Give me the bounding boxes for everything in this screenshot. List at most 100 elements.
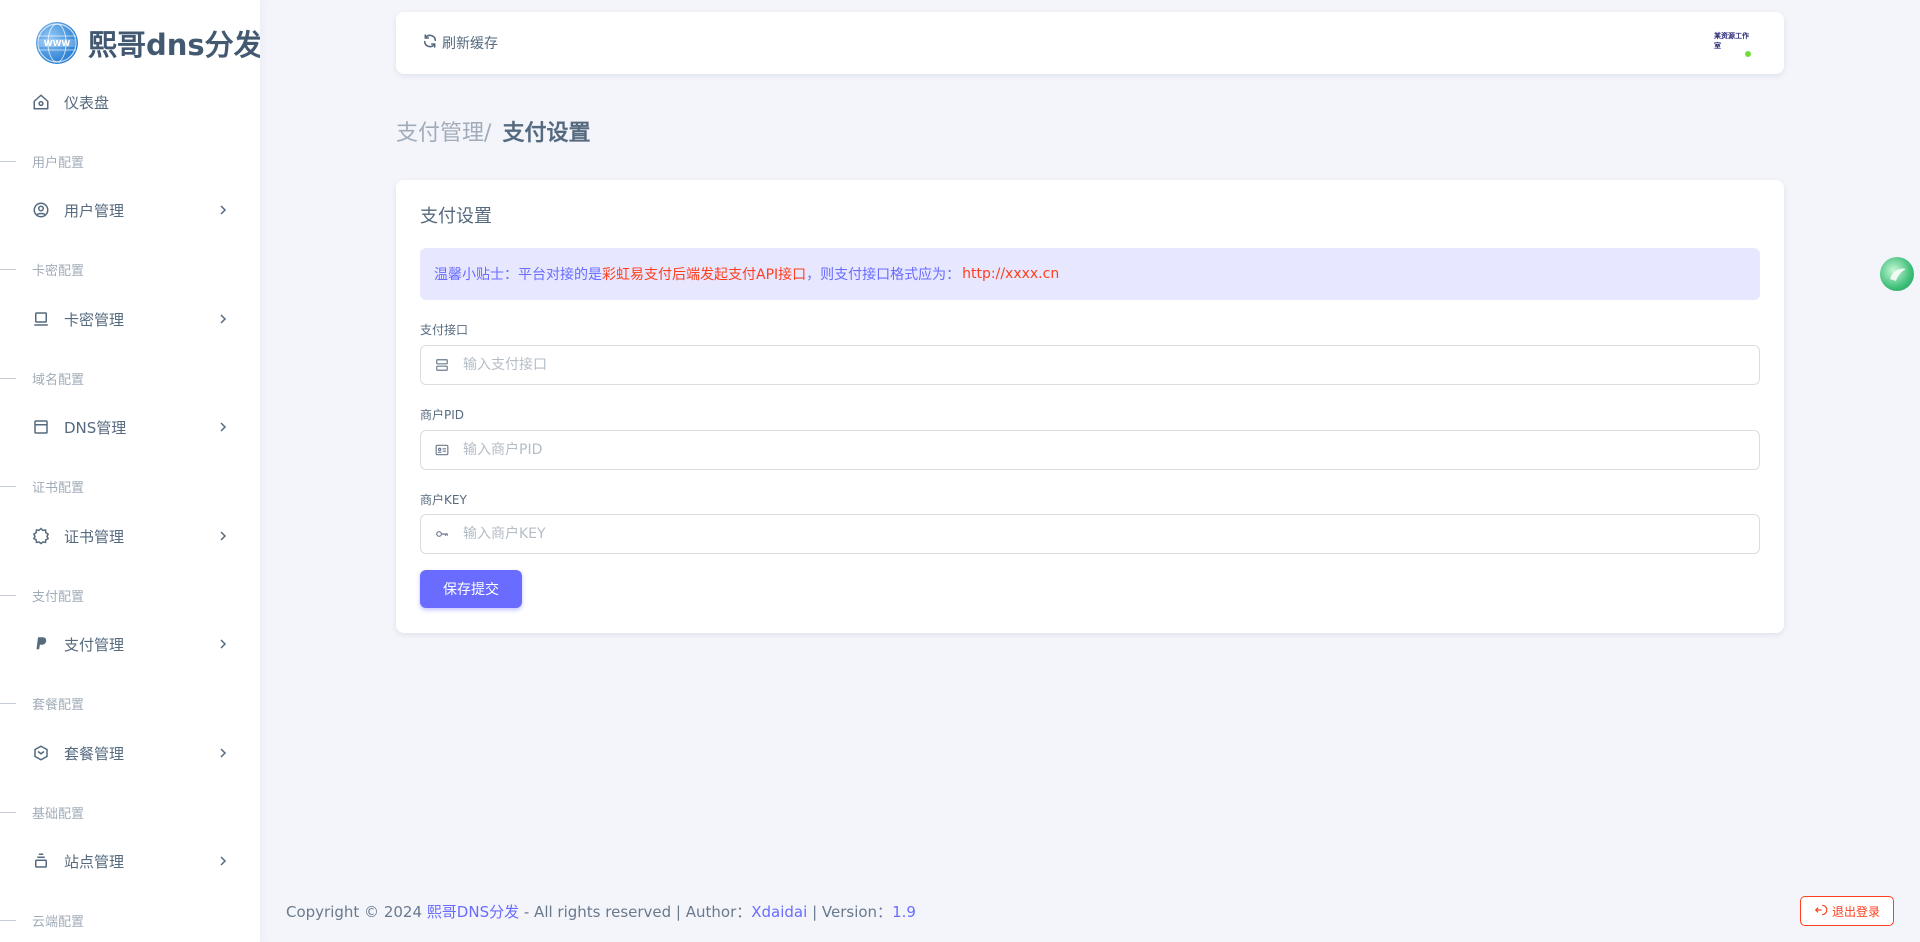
menu-header-packages: 套餐配置 [0,694,85,713]
chevron-right-icon [216,637,230,651]
merchant-pid-input[interactable] [463,432,1759,468]
brand-name: 熙哥dns分发 [88,28,260,62]
alert-highlight-text: 彩虹易支付后端发起支付API接口 [602,267,807,283]
menu-header-label: 套餐配置 [32,697,85,713]
version-value: 1.9 [892,903,916,921]
menu-header-users: 用户配置 [0,152,85,171]
floating-assistant-icon[interactable] [1880,257,1914,291]
sidebar-item-label: 套餐管理 [64,744,125,763]
copyright-text: Copyright © 2024 [286,903,423,921]
save-submit-button[interactable]: 保存提交 [420,570,522,608]
chevron-right-icon [216,746,230,760]
id-card-icon [421,431,463,469]
menu-header-cloud: 云端配置 [0,911,85,930]
site-link[interactable]: 熙哥DNS分发 [427,903,519,921]
divider [0,268,16,270]
menu-header-label: 云端配置 [32,914,85,930]
merchant-key-input[interactable] [463,516,1759,552]
avatar-text: 某资源工作室 [1714,32,1749,50]
menu-header-label: 基础配置 [32,806,85,822]
version-label: | Version： [812,903,893,921]
sidebar-item-cards[interactable]: 卡密管理 [28,299,238,339]
sidebar-item-payment[interactable]: 支付管理 [28,624,238,664]
rights-text: - All rights reserved | Author： [523,903,752,921]
refresh-cache-button[interactable]: 刷新缓存 [422,33,498,53]
badge-icon [28,523,54,549]
chevron-right-icon [216,420,230,434]
key-icon [421,515,463,553]
merchant-key-input-group [420,514,1760,554]
breadcrumb-parent[interactable]: 支付管理 [396,121,484,146]
sidebar-item-label: 站点管理 [64,852,125,871]
menu-header-cards: 卡密配置 [0,260,85,279]
chevron-right-icon [216,529,230,543]
www-globe-icon: WWW [36,22,78,64]
logout-button[interactable]: 退出登录 [1800,896,1894,926]
menu-header-domains: 域名配置 [0,369,85,388]
chevron-right-icon [216,312,230,326]
menu-header-label: 证书配置 [32,480,85,496]
brand[interactable]: WWW 熙哥dns分发 [36,22,260,64]
sidebar-item-label: 卡密管理 [64,310,125,329]
user-avatar-button[interactable]: 某资源工作室 [1714,30,1754,58]
card-title: 支付设置 [420,206,492,227]
divider [0,160,16,162]
divider [0,485,16,487]
sidebar-item-site[interactable]: 站点管理 [28,841,238,881]
online-status-dot [1744,50,1752,58]
menu-header-payment: 支付配置 [0,586,85,605]
tip-alert: 温馨小贴士：平台对接的是 彩虹易支付后端发起支付API接口 ，则支付接口格式应为： h… [420,248,1760,300]
window-icon [28,414,54,440]
sidebar-item-certs[interactable]: 证书管理 [28,516,238,556]
chevron-right-icon [216,854,230,868]
merchant-pid-input-group [420,430,1760,470]
stack-icon [28,848,54,874]
sidebar-item-packages[interactable]: 套餐管理 [28,733,238,773]
menu-header-label: 支付配置 [32,589,85,605]
divider [0,702,16,704]
menu-header-basic: 基础配置 [0,803,85,822]
payment-api-label: 支付接口 [420,323,469,337]
package-icon [28,740,54,766]
author-link[interactable]: Xdaidai [751,903,807,921]
breadcrumb: 支付管理/ 支付设置 [396,115,590,147]
alert-url-text: http://xxxx.cn [962,266,1060,282]
divider [0,594,16,596]
menu-header-label: 用户配置 [32,155,85,171]
menu-header-label: 卡密配置 [32,263,85,279]
chevron-right-icon [216,203,230,217]
topbar: 刷新缓存 某资源工作室 [396,12,1784,74]
page-title: 支付设置 [502,121,591,146]
sidebar-item-label: 支付管理 [64,635,125,654]
divider [0,811,16,813]
sidebar-item-label: 证书管理 [64,527,125,546]
breadcrumb-separator: / [484,121,492,146]
logout-icon [1814,903,1832,920]
merchant-key-label: 商户KEY [420,493,467,507]
payment-api-input-group [420,345,1760,385]
alert-lead-text: 温馨小贴士：平台对接的是 [434,267,602,283]
server-icon [421,346,463,384]
svg-text:WWW: WWW [44,39,71,48]
sidebar-item-dashboard[interactable]: 仪表盘 [28,82,238,122]
sidebar-item-label: DNS管理 [64,418,127,437]
paypal-icon [28,631,54,657]
menu-header-certs: 证书配置 [0,477,85,496]
refresh-icon [422,33,442,53]
sidebar-item-label: 用户管理 [64,201,125,220]
divider [0,919,16,921]
refresh-cache-label: 刷新缓存 [442,36,498,52]
footer: Copyright © 2024 熙哥DNS分发 - All rights re… [286,901,916,922]
sidebar-item-label: 仪表盘 [64,93,110,112]
sidebar-item-dns[interactable]: DNS管理 [28,407,238,447]
menu-header-label: 域名配置 [32,372,85,388]
laptop-icon [28,306,54,332]
home-icon [28,89,54,115]
payment-api-input[interactable] [463,347,1759,383]
alert-tail-text: ，则支付接口格式应为： [806,267,961,283]
payment-settings-card: 支付设置 温馨小贴士：平台对接的是 彩虹易支付后端发起支付API接口 ，则支付接口格… [396,180,1784,633]
avatar: 某资源工作室 [1714,30,1754,52]
sidebar: WWW 熙哥dns分发 仪表盘 用户配置 用户管理 卡密配置 卡密管理 域名配置… [0,0,260,942]
sidebar-item-users[interactable]: 用户管理 [28,190,238,230]
merchant-pid-label: 商户PID [420,408,465,422]
